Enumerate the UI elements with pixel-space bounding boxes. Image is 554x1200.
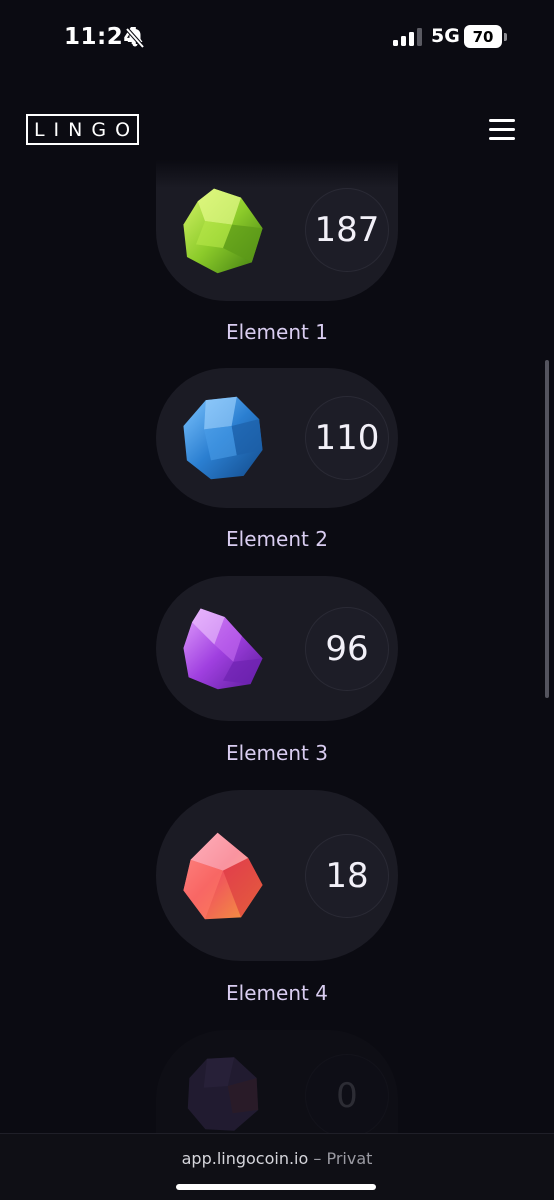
private-mode-label: – Privat (308, 1149, 373, 1168)
element-label: Element 1 (226, 320, 328, 344)
element-count: 96 (325, 629, 369, 669)
green-gem-icon (183, 188, 263, 274)
element-card-5[interactable]: 0 (156, 1030, 398, 1138)
red-gem-icon (183, 832, 263, 920)
logo-text: LINGO (33, 118, 140, 141)
element-count-circle: 18 (305, 834, 389, 918)
app-header: LINGO (0, 100, 554, 160)
signal-icon (393, 28, 422, 46)
top-fade (0, 160, 554, 188)
element-count-circle: 0 (305, 1054, 389, 1138)
blue-gem-icon (183, 396, 263, 480)
element-count: 18 (325, 856, 369, 896)
browser-url-bar[interactable]: app.lingocoin.io – Privat (0, 1133, 554, 1200)
url-text: app.lingocoin.io (181, 1149, 309, 1168)
url-display[interactable]: app.lingocoin.io – Privat (0, 1149, 554, 1168)
element-card-3[interactable]: 96 (156, 576, 398, 721)
element-count: 187 (314, 210, 380, 250)
element-count-circle: 110 (305, 396, 389, 480)
dark-gem-icon (187, 1057, 259, 1131)
menu-icon[interactable] (489, 119, 515, 141)
element-count-circle: 187 (305, 188, 389, 272)
network-type: 5G (431, 25, 460, 47)
battery-level: 70 (472, 27, 494, 46)
element-label: Element 4 (226, 981, 328, 1005)
element-count-circle: 96 (305, 607, 389, 691)
lingo-logo[interactable]: LINGO (26, 114, 139, 145)
battery-icon: 70 (464, 25, 507, 48)
element-label: Element 3 (226, 741, 328, 765)
element-count: 0 (336, 1076, 358, 1116)
element-card-2[interactable]: 110 (156, 368, 398, 508)
element-count: 110 (314, 418, 380, 458)
status-bar: 11:24 5G 70 (0, 0, 554, 74)
scrollbar[interactable] (545, 360, 549, 698)
bell-muted-icon (125, 27, 145, 49)
element-card-4[interactable]: 18 (156, 790, 398, 961)
element-label: Element 2 (226, 527, 328, 551)
purple-gem-icon (183, 608, 263, 690)
home-indicator[interactable] (176, 1184, 376, 1190)
